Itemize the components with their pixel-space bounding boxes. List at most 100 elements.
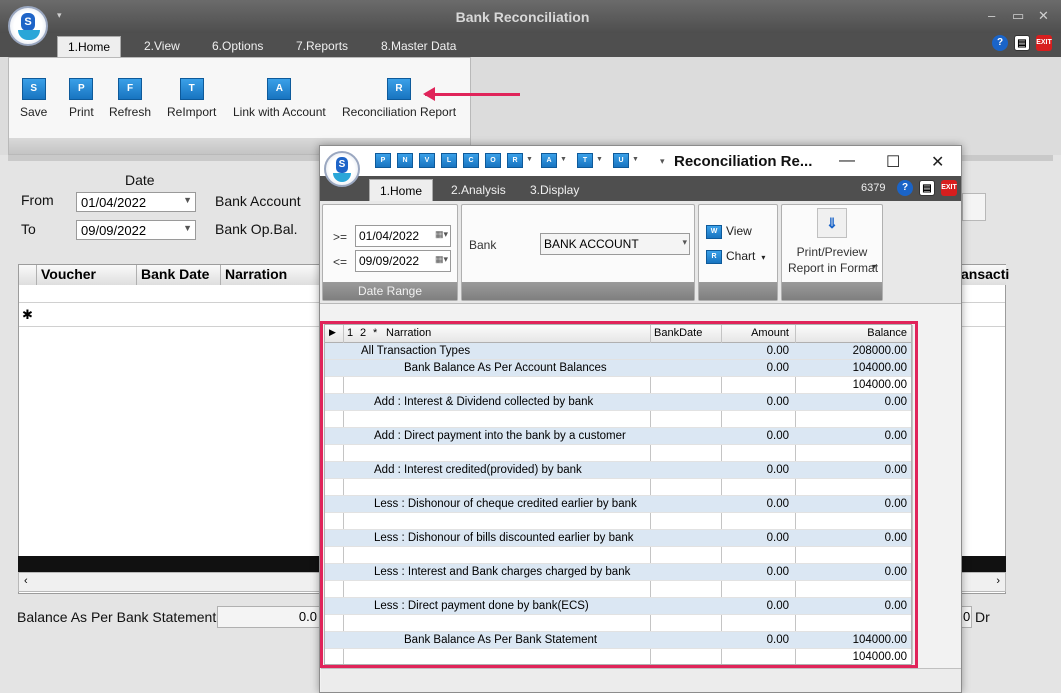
app-logo[interactable]: S [8, 6, 48, 46]
scroll-right-icon[interactable]: › [996, 575, 1000, 587]
col-level1-header[interactable]: 1 [347, 327, 353, 339]
quick-copy-icon[interactable]: C [463, 153, 479, 168]
to-label: To [21, 221, 36, 237]
col-bank-date-header[interactable]: Bank Date [137, 265, 221, 285]
tab-reports[interactable]: 7.Reports [286, 36, 358, 57]
to-date-combo[interactable]: 09/09/2022 ▼ [76, 220, 196, 240]
report-minimize-icon[interactable]: — [839, 152, 855, 170]
table-row[interactable]: Add : Interest credited(provided) by ban… [325, 462, 911, 479]
table-row[interactable]: Bank Balance As Per Bank Statement 0.00 10… [325, 632, 911, 649]
quick-open-icon[interactable]: O [485, 153, 501, 168]
quick-view-icon[interactable]: V [419, 153, 435, 168]
balance-bank-statement-field[interactable]: 0.0 [217, 606, 322, 628]
table-row[interactable] [325, 615, 911, 632]
chevron-down-icon[interactable]: ▼ [632, 156, 639, 163]
chevron-down-icon[interactable]: ▼ [560, 156, 567, 163]
from-date-combo[interactable]: 01/04/2022 ▼ [76, 192, 196, 212]
reimport-button[interactable]: T ReImport [167, 78, 216, 119]
table-row[interactable] [325, 445, 911, 462]
print-button[interactable]: P Print [69, 78, 94, 119]
chevron-down-icon: ▾ [682, 237, 687, 247]
maximize-icon[interactable]: ▭ [1012, 8, 1024, 24]
table-row[interactable]: All Transaction Types 0.00 208000.00 [325, 343, 911, 360]
table-row[interactable]: Less : Dishonour of cheque credited earl… [325, 496, 911, 513]
reconciliation-report-button[interactable]: R Reconciliation Report [342, 78, 456, 119]
quick-print-icon[interactable]: P [375, 153, 391, 168]
col-amount-header[interactable]: Amount [721, 327, 789, 339]
tab-view[interactable]: 2.View [134, 36, 190, 57]
chevron-down-icon[interactable]: ▾ [872, 262, 876, 271]
print-preview-label[interactable]: Print/Preview [782, 245, 882, 259]
table-row[interactable]: Bank Balance As Per Account Balances 0.00… [325, 360, 911, 377]
exit-icon[interactable]: EXIT [1036, 35, 1052, 51]
table-row[interactable] [325, 411, 911, 428]
view-button[interactable]: W View [706, 224, 752, 239]
report-tab-display[interactable]: 3.Display [520, 179, 589, 201]
col-voucher-header[interactable]: Voucher [37, 265, 137, 285]
quick-access-dropdown-icon[interactable]: ▾ [57, 10, 62, 21]
quick-transfer-icon[interactable]: T [577, 153, 593, 168]
table-row[interactable]: Less : Direct payment done by bank(ECS) 0… [325, 598, 911, 615]
quick-account-icon[interactable]: A [541, 153, 557, 168]
table-row[interactable] [325, 513, 911, 530]
bank-select[interactable]: BANK ACCOUNT ▾ [540, 233, 690, 255]
report-tab-analysis[interactable]: 2.Analysis [441, 179, 516, 201]
row-narration: Add : Interest & Dividend collected by b… [374, 396, 594, 408]
calendar-icon[interactable]: ▦▾ [435, 229, 448, 240]
reconciliation-report-grid[interactable]: ▶ 1 2 * Narration BankDate Amount Balanc… [324, 324, 913, 666]
chevron-down-icon[interactable]: ▼ [596, 156, 603, 163]
tab-home[interactable]: 1.Home [57, 36, 122, 57]
table-row[interactable] [325, 581, 911, 598]
quick-report-icon[interactable]: R [507, 153, 523, 168]
chart-button[interactable]: R Chart ▾ [706, 249, 765, 264]
table-row[interactable]: Less : Interest and Bank charges charged… [325, 564, 911, 581]
tab-options[interactable]: 6.Options [202, 36, 273, 57]
bank-opbal-label: Bank Op.Bal. [215, 221, 298, 237]
calendar-icon[interactable]: ▦▾ [435, 254, 448, 265]
quick-new-icon[interactable]: N [397, 153, 413, 168]
table-row[interactable] [325, 479, 911, 496]
table-row[interactable]: 104000.00 [325, 649, 911, 666]
download-icon[interactable]: ⇓ [817, 208, 847, 238]
help-icon[interactable]: ? [992, 35, 1008, 51]
col-star-header[interactable]: * [373, 327, 377, 339]
minimize-icon[interactable]: – [988, 8, 995, 23]
report-help-icon[interactable]: ? [897, 180, 913, 196]
col-narration-header[interactable]: Narration [386, 327, 431, 339]
table-row[interactable] [325, 547, 911, 564]
report-from-date[interactable]: 01/04/2022 ▦▾ [355, 225, 451, 247]
col-transaction-header[interactable]: ansacti [959, 265, 1009, 285]
refresh-button[interactable]: F Refresh [109, 78, 151, 119]
row-narration: All Transaction Types [361, 345, 471, 357]
chevron-down-icon[interactable]: ▼ [526, 156, 533, 163]
save-button[interactable]: S Save [20, 78, 47, 119]
bank-account-field-edge[interactable] [962, 193, 986, 221]
quick-access-dropdown-icon[interactable]: ▾ [660, 156, 665, 167]
report-exit-icon[interactable]: EXIT [941, 180, 957, 196]
table-row[interactable]: Add : Interest & Dividend collected by b… [325, 394, 911, 411]
from-date-value: 01/04/2022 [81, 195, 147, 210]
row-narration: Less : Interest and Bank charges charged… [374, 566, 631, 578]
quick-utility-icon[interactable]: U [613, 153, 629, 168]
report-maximize-icon[interactable]: ☐ [886, 152, 900, 172]
tab-master-data[interactable]: 8.Master Data [371, 36, 466, 57]
report-document-icon[interactable]: ▤ [919, 180, 935, 196]
report-app-logo[interactable]: S [324, 151, 360, 187]
col-bankdate-header[interactable]: BankDate [654, 327, 702, 339]
table-row[interactable]: 104000.00 [325, 377, 911, 394]
quick-list-icon[interactable]: L [441, 153, 457, 168]
link-with-account-button[interactable]: A Link with Account [233, 78, 326, 119]
col-balance-header[interactable]: Balance [795, 327, 907, 339]
report-to-date[interactable]: 09/09/2022 ▦▾ [355, 250, 451, 272]
document-icon[interactable]: ▤ [1014, 35, 1030, 51]
report-tab-home[interactable]: 1.Home [369, 179, 434, 201]
report-close-icon[interactable]: ✕ [931, 152, 944, 172]
balance-right-field[interactable]: 0 [961, 606, 972, 628]
col-level2-header[interactable]: 2 [360, 327, 366, 339]
table-row[interactable]: Add : Direct payment into the bank by a … [325, 428, 911, 445]
close-icon[interactable]: ✕ [1038, 8, 1049, 24]
scroll-left-icon[interactable]: ‹ [24, 575, 28, 587]
report-format-label[interactable]: Report in Format [788, 261, 878, 275]
row-balance: 104000.00 [852, 379, 907, 391]
table-row[interactable]: Less : Dishonour of bills discounted ear… [325, 530, 911, 547]
